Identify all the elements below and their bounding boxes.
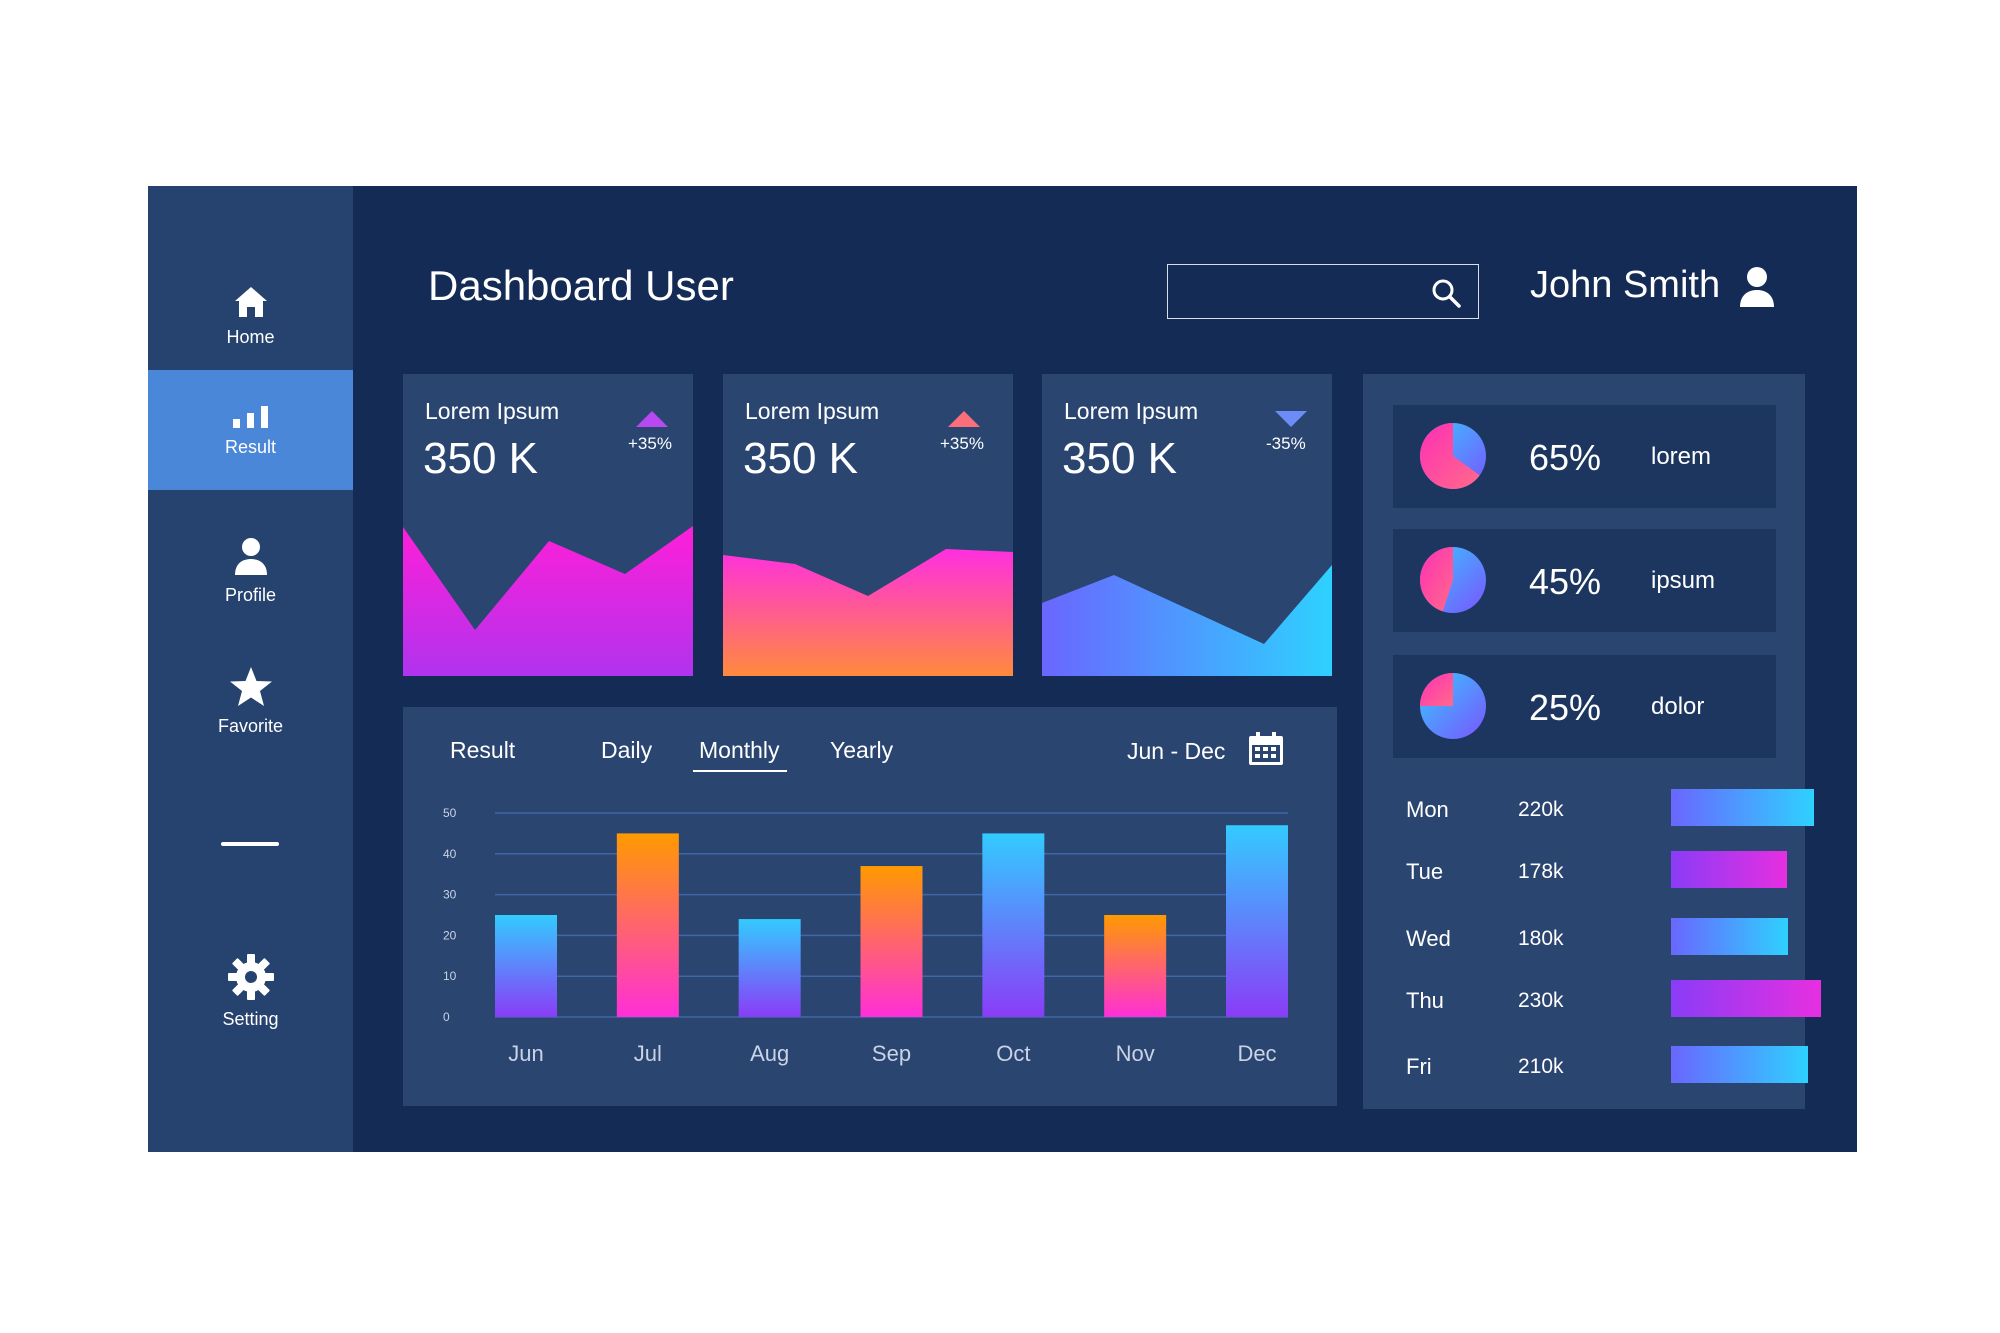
day-row-fri: Fri 210k xyxy=(1406,1046,1808,1086)
card-area-chart xyxy=(723,549,1013,676)
x-tick-label: Oct xyxy=(996,1041,1030,1066)
day-value: 210k xyxy=(1518,1055,1564,1078)
bar-sep[interactable] xyxy=(860,866,923,1017)
day-label: Mon xyxy=(1406,797,1449,822)
bar-chart: 0 10 20 30 40 50 Jun Jul Aug Sep Oct Nov Dec xyxy=(443,806,1288,1066)
sidebar-item-setting[interactable]: Setting xyxy=(148,936,353,1046)
y-tick-label: 20 xyxy=(443,928,457,942)
search-icon[interactable] xyxy=(1430,277,1462,309)
user-icon xyxy=(234,537,267,575)
sidebar-item-favorite[interactable]: Favorite xyxy=(148,646,353,756)
sidebar-item-label: Profile xyxy=(224,584,277,605)
sidebar-item-label: Result xyxy=(224,436,277,457)
bar-oct[interactable] xyxy=(982,833,1045,1017)
sidebar-item-label: Home xyxy=(226,326,275,347)
day-label: Thu xyxy=(1406,988,1444,1013)
stat-box-ipsum[interactable]: 45% ipsum xyxy=(1393,529,1776,632)
day-bar xyxy=(1671,789,1814,826)
bar-chart-icon xyxy=(232,405,268,428)
sidebar-divider xyxy=(221,842,279,846)
stat-box-dolor[interactable]: 25% dolor xyxy=(1393,655,1776,758)
day-row-tue: Tue 178k xyxy=(1406,851,1787,891)
day-row-thu: Thu 230k xyxy=(1406,980,1821,1020)
sidebar-item-label: Favorite xyxy=(217,715,284,736)
x-tick-label: Dec xyxy=(1237,1041,1276,1066)
search-box[interactable] xyxy=(1167,264,1479,319)
result-chart-panel: Result Daily Monthly Yearly Jun - Dec 01… xyxy=(403,707,1337,1106)
y-tick-label: 50 xyxy=(443,806,457,820)
stat-box-lorem[interactable]: 65% lorem xyxy=(1393,405,1776,508)
page-title: Dashboard User xyxy=(428,262,734,309)
sidebar-item-label: Setting xyxy=(222,1008,279,1029)
day-value: 220k xyxy=(1518,798,1564,821)
summary-panel: 65% lorem 45% ipsum 25% dolor Mon 220k Tue 178k W… xyxy=(1363,374,1821,1109)
day-bar xyxy=(1671,918,1788,955)
x-tick-label: Aug xyxy=(750,1041,789,1066)
search-input[interactable] xyxy=(1180,265,1424,319)
day-bar xyxy=(1671,1046,1808,1083)
stat-percent: 45% xyxy=(1529,561,1602,602)
home-icon xyxy=(234,286,267,317)
day-value: 178k xyxy=(1518,860,1564,883)
y-tick-label: 10 xyxy=(443,969,457,983)
bar-dec[interactable] xyxy=(1226,825,1288,1017)
stat-card-2[interactable]: Lorem Ipsum 350 K +35% xyxy=(723,374,1013,676)
user-name[interactable]: John Smith xyxy=(1530,264,1720,307)
pie-chart-icon xyxy=(1420,547,1486,613)
bar-jul[interactable] xyxy=(616,833,679,1017)
bar-jun[interactable] xyxy=(495,915,557,1017)
x-tick-label: Jul xyxy=(634,1041,662,1066)
pie-chart-icon xyxy=(1420,673,1486,739)
dashboard-window: Home Result Profile Favorite Setting Das… xyxy=(148,186,1857,1152)
day-bar xyxy=(1671,980,1821,1017)
sidebar: Home Result Profile Favorite Setting xyxy=(148,186,353,1152)
stat-percent: 65% xyxy=(1529,437,1602,478)
day-row-mon: Mon 220k xyxy=(1406,789,1814,829)
gear-icon xyxy=(227,953,274,1000)
sidebar-item-result[interactable]: Result xyxy=(148,370,353,490)
day-label: Fri xyxy=(1406,1054,1432,1079)
x-tick-label: Sep xyxy=(872,1041,911,1066)
y-tick-label: 40 xyxy=(443,847,457,861)
pie-chart-icon xyxy=(1420,423,1486,489)
stat-card-3[interactable]: Lorem Ipsum 350 K -35% xyxy=(1042,374,1332,676)
bar-aug[interactable] xyxy=(738,919,801,1017)
stat-percent: 25% xyxy=(1529,687,1602,728)
star-icon xyxy=(229,666,272,706)
stat-card-1[interactable]: Lorem Ipsum 350 K +35% xyxy=(403,374,693,676)
sidebar-item-home[interactable]: Home xyxy=(148,261,353,371)
sidebar-item-profile[interactable]: Profile xyxy=(148,516,353,626)
day-row-wed: Wed 180k xyxy=(1406,918,1788,958)
card-area-chart xyxy=(1042,565,1332,676)
card-area-chart xyxy=(403,526,693,676)
day-label: Tue xyxy=(1406,859,1444,884)
stat-label: dolor xyxy=(1651,693,1705,720)
stat-label: ipsum xyxy=(1651,567,1716,594)
bar-nov[interactable] xyxy=(1104,915,1167,1017)
y-tick-label: 30 xyxy=(443,888,457,902)
x-tick-label: Jun xyxy=(508,1041,543,1066)
day-label: Wed xyxy=(1406,926,1451,951)
day-bar xyxy=(1671,851,1787,888)
stat-label: lorem xyxy=(1651,443,1712,470)
user-avatar-icon[interactable] xyxy=(1738,266,1776,308)
day-value: 230k xyxy=(1518,989,1564,1012)
x-tick-label: Nov xyxy=(1116,1041,1155,1066)
y-tick-label: 0 xyxy=(443,1010,450,1024)
day-value: 180k xyxy=(1518,927,1564,950)
